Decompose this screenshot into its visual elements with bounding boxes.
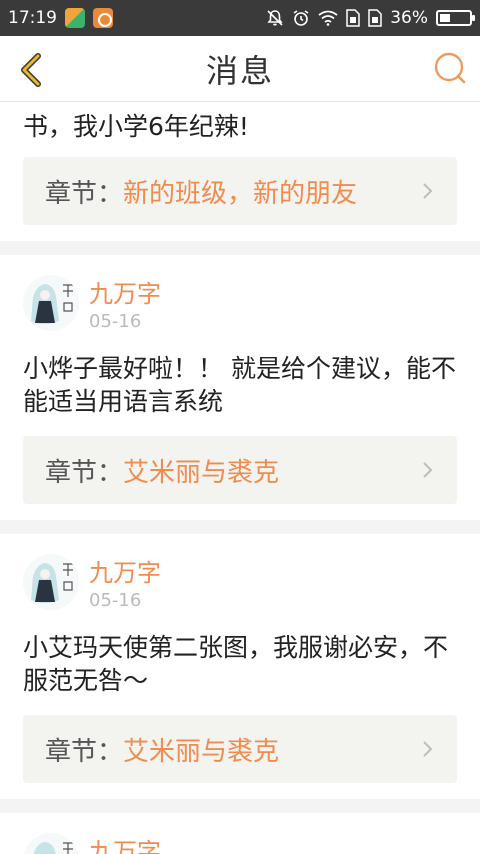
search-icon[interactable] xyxy=(432,50,468,86)
sim-card-icon xyxy=(346,9,360,27)
chapter-name: 艾米丽与裘克 xyxy=(123,457,280,488)
chapter-prefix: 章节： xyxy=(45,457,124,488)
message-feed[interactable]: 书，我小学6年纪辣! 章节： 新的班级，新的朋友 九万字 05-16 小烨子最好… xyxy=(0,102,480,854)
chapter-name: 新的班级，新的朋友 xyxy=(123,178,358,209)
message-header: 九万字 05-16 xyxy=(23,534,457,611)
status-bar: 17:19 36% xyxy=(0,0,480,36)
sim-card-icon-2 xyxy=(368,9,382,27)
chevron-right-icon xyxy=(423,741,433,757)
avatar[interactable] xyxy=(23,833,79,854)
message-card: 九万字 05-16 小烨子最好啦！！ 就是给个建议，能不能适当用语言系统 章节：… xyxy=(0,255,480,520)
username[interactable]: 九万字 xyxy=(89,279,161,309)
message-date: 05-16 xyxy=(89,590,142,611)
app-notification-icon-2 xyxy=(93,8,113,28)
message-content: 小艾玛天使第二张图，我服谢必安，不服范无咎～ xyxy=(23,633,449,695)
mute-bell-icon xyxy=(267,10,283,26)
chapter-link[interactable]: 章节： 新的班级，新的朋友 xyxy=(23,157,457,225)
page-title: 消息 xyxy=(205,51,274,90)
chapter-link[interactable]: 章节： 艾米丽与裘克 xyxy=(23,436,457,504)
message-card: 九万字 05-16 小艾玛天使第二张图，我服谢必安，不服范无咎～ 章节： 艾米丽… xyxy=(0,534,480,799)
message-header: 九万字 05-16 xyxy=(23,255,457,332)
chevron-right-icon xyxy=(423,462,433,478)
chapter-prefix: 章节： xyxy=(45,736,124,767)
back-button[interactable] xyxy=(12,50,50,90)
message-header: 九万字 xyxy=(23,813,457,854)
navigation-bar: 消息 xyxy=(0,36,480,102)
chevron-right-icon xyxy=(423,183,433,199)
chapter-prefix: 章节： xyxy=(45,178,124,209)
message-date: 05-16 xyxy=(89,311,142,332)
message-content: 小烨子最好啦！！ 就是给个建议，能不能适当用语言系统 xyxy=(23,354,456,416)
avatar[interactable] xyxy=(23,554,79,610)
chapter-name: 艾米丽与裘克 xyxy=(123,736,280,767)
message-card: 九万字 xyxy=(0,813,480,854)
avatar[interactable] xyxy=(23,275,79,331)
app-notification-icon xyxy=(65,8,85,28)
battery-percent: 36% xyxy=(390,8,428,28)
message-content: 书，我小学6年纪辣! xyxy=(23,112,249,141)
username[interactable]: 九万字 xyxy=(89,837,161,854)
alarm-icon xyxy=(293,10,309,26)
username[interactable]: 九万字 xyxy=(89,558,161,588)
battery-icon xyxy=(436,10,475,26)
chapter-link[interactable]: 章节： 艾米丽与裘克 xyxy=(23,715,457,783)
message-card: 书，我小学6年纪辣! 章节： 新的班级，新的朋友 xyxy=(0,102,480,241)
battery-level xyxy=(440,14,450,22)
wifi-icon xyxy=(318,10,338,26)
status-time: 17:19 xyxy=(8,8,57,28)
